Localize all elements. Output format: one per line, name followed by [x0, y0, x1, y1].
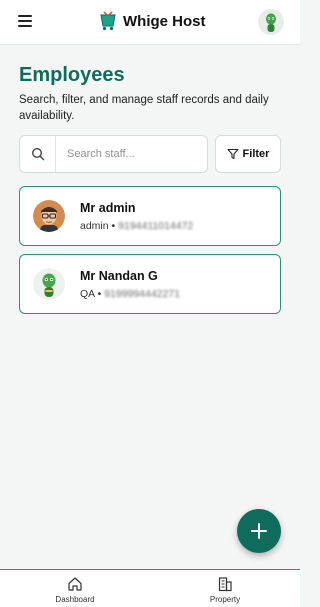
alien-avatar-icon — [33, 268, 65, 300]
search-field — [19, 135, 208, 173]
alien-avatar-icon — [266, 13, 276, 32]
nav-item-property[interactable]: Property — [185, 576, 265, 604]
brand-logo-icon — [100, 11, 116, 31]
nav-label-property: Property — [209, 595, 241, 604]
hamburger-menu-icon[interactable] — [18, 15, 32, 27]
nav-label-dashboard: Dashboard — [55, 595, 95, 604]
home-icon — [68, 577, 82, 591]
employee-role: admin — [80, 220, 109, 232]
building-icon — [218, 577, 232, 592]
nav-item-dashboard[interactable]: Dashboard — [35, 576, 115, 604]
filter-button[interactable]: Filter — [215, 135, 281, 173]
employee-meta: QA • 9199994442271 — [80, 288, 180, 300]
brand-name: Whige Host — [123, 12, 206, 30]
employee-meta: admin • 9194411014472 — [80, 220, 193, 232]
search-icon — [31, 147, 44, 161]
employee-role: QA — [80, 288, 95, 300]
employee-name: Mr admin — [80, 201, 136, 215]
profile-avatar[interactable] — [258, 9, 284, 35]
meta-separator: • — [111, 220, 116, 232]
employee-phone: 9199994442271 — [104, 288, 181, 300]
brand: Whige Host — [98, 11, 206, 31]
search-input[interactable] — [67, 145, 197, 163]
filter-label: Filter — [242, 148, 270, 160]
meta-separator: • — [97, 288, 102, 300]
bottom-navigation: Dashboard Property — [0, 569, 300, 607]
man-with-glasses-avatar-icon — [33, 200, 65, 232]
page-subtitle: Search, filter, and manage staff records… — [19, 94, 269, 122]
employee-card[interactable]: Mr admin admin • 9194411014472 — [19, 186, 281, 246]
page-title: Employees — [19, 64, 125, 86]
employee-avatar — [33, 268, 65, 300]
employee-avatar — [33, 200, 65, 232]
plus-icon — [251, 523, 267, 539]
search-icon-container — [20, 136, 56, 172]
top-app-bar: Whige Host — [0, 0, 300, 45]
add-employee-button[interactable] — [237, 509, 281, 553]
employee-phone: 9194411014472 — [118, 220, 194, 232]
filter-funnel-icon — [226, 148, 239, 160]
employee-card[interactable]: Mr Nandan G QA • 9199994442271 — [19, 254, 281, 314]
employee-name: Mr Nandan G — [80, 269, 158, 283]
